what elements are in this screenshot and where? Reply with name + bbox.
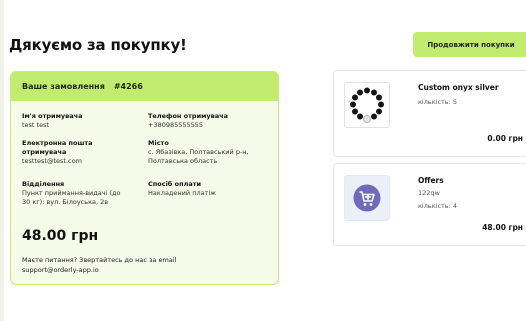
support-email-link[interactable]: support@orderly-app.io xyxy=(22,266,262,276)
item-thumbnail xyxy=(344,175,390,221)
page-title: Дякуємо за покупку! xyxy=(9,36,187,54)
branch-label: Відділення xyxy=(22,180,65,188)
recipient-email-value: testtest@test.com xyxy=(22,157,82,165)
continue-shopping-button[interactable]: Продовжити покупки xyxy=(413,32,526,57)
city-label: Місто xyxy=(148,139,169,147)
branch-value-line2: 30 кг): вул. Білоуська, 2в xyxy=(22,198,109,206)
support-note: Маєте питання? Звертайтесь до нас за ema… xyxy=(22,256,262,275)
item-name: Offers xyxy=(418,176,444,185)
item-price: 48.00 грн xyxy=(482,223,523,232)
order-item-card: Custom onyx silver кількість: 5 0.00 грн xyxy=(333,70,526,157)
branch-value-line1: Пункт приймання-видачі (до xyxy=(22,189,121,197)
payment-block: Спосіб оплати Накладений платіж xyxy=(148,180,216,198)
recipient-phone-value: +380985555555 xyxy=(148,121,204,129)
recipient-phone-block: Телефон отримувача +380985555555 xyxy=(148,112,228,130)
item-quantity: кількість: 5 xyxy=(418,98,458,106)
add-to-cart-icon xyxy=(353,184,381,212)
bracelet-icon xyxy=(350,87,384,123)
branch-block: Відділення Пункт приймання-видачі (до 30… xyxy=(22,180,120,207)
order-item-card: Offers 122qw кількість: 4 48.00 грн xyxy=(333,163,526,246)
recipient-phone-label: Телефон отримувача xyxy=(148,112,229,120)
payment-value: Накладений платіж xyxy=(148,189,217,197)
order-total: 48.00 грн xyxy=(22,228,99,244)
recipient-email-label-cont: отримувача xyxy=(22,148,67,156)
city-value-line2: Полтавська область xyxy=(148,157,218,165)
item-thumbnail xyxy=(344,82,390,128)
support-text: Маєте питання? Звертайтесь до нас за ema… xyxy=(22,256,177,264)
item-quantity: кількість: 4 xyxy=(418,202,458,210)
recipient-name-value: test test xyxy=(22,121,50,129)
page: Дякуємо за покупку! Продовжити покупки В… xyxy=(0,0,526,321)
order-summary-card: Ваше замовлення #4266 Ім'я отримувача te… xyxy=(10,71,279,285)
order-heading: Ваше замовлення xyxy=(22,82,105,91)
recipient-email-label: Електронна пошта xyxy=(22,139,93,147)
order-number: #4266 xyxy=(113,82,143,91)
city-block: Місто с. Ябазівка, Полтавський р-н, Полт… xyxy=(148,139,249,166)
item-name: Custom onyx silver xyxy=(418,83,499,92)
city-value-line1: с. Ябазівка, Полтавський р-н, xyxy=(148,148,249,156)
payment-label: Спосіб оплати xyxy=(148,180,202,188)
recipient-email-block: Електронна пошта отримувача testtest@tes… xyxy=(22,139,93,166)
item-price: 0.00 грн xyxy=(487,134,523,143)
order-header: Ваше замовлення #4266 xyxy=(11,72,278,101)
recipient-name-label: Ім'я отримувача xyxy=(22,112,83,120)
recipient-name-block: Ім'я отримувача test test xyxy=(22,112,83,130)
item-variant: 122qw xyxy=(418,189,440,197)
